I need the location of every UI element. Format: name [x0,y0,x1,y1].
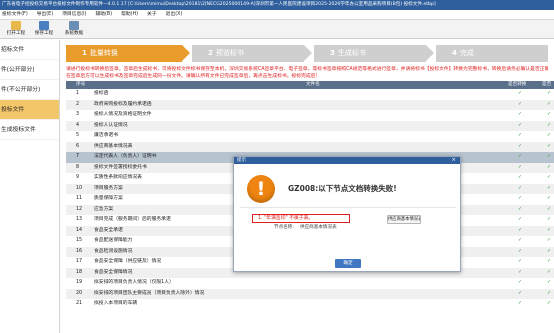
dialog-title-bar: 提示 × [234,157,460,164]
modal-overlay: 提示 × ! GZ008:以下节点文档转换失败! 1. "年满签印" 不属于表。… [0,0,554,333]
node-link-button[interactable]: 供应商基本情况表 [387,215,421,224]
ok-button[interactable]: 确定 [335,259,361,268]
dialog-divider [240,207,456,208]
node-value: 供应商基本情况表 [299,225,337,230]
error-dialog: 提示 × ! GZ008:以下节点文档转换失败! 1. "年满签印" 不属于表。… [233,156,461,272]
dialog-title: 提示 [237,158,246,163]
warning-icon: ! [247,175,275,203]
dialog-message: GZ008:以下节点文档转换失败! [288,184,397,193]
close-icon[interactable]: × [451,157,456,164]
node-detail: 节点名称: 供应商基本情况表 [274,224,343,231]
error-detail: 1. "年满签印" 不属于表。 [258,216,314,221]
node-label: 节点名称: [274,225,294,230]
